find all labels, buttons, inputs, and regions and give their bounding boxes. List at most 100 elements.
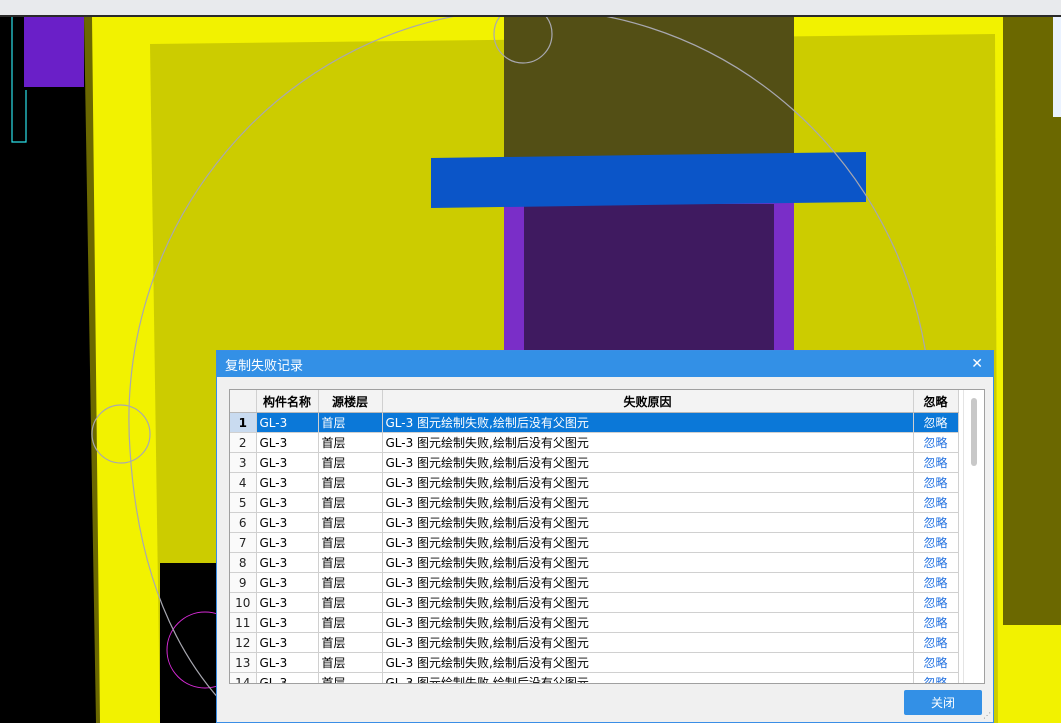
cell-failure-reason: GL-3 图元绘制失败,绘制后没有父图元	[382, 552, 914, 573]
cell-ignore-link[interactable]: 忽略	[913, 432, 959, 453]
cell-failure-reason: GL-3 图元绘制失败,绘制后没有父图元	[382, 592, 914, 613]
cell-ignore-link[interactable]: 忽略	[913, 492, 959, 513]
cell-source-floor: 首层	[318, 472, 383, 493]
cell-component-name: GL-3	[256, 432, 319, 453]
cell-ignore-link[interactable]: 忽略	[913, 612, 959, 633]
cell-source-floor: 首层	[318, 412, 383, 433]
cell-source-floor: 首层	[318, 512, 383, 533]
cell-ignore-link[interactable]: 忽略	[913, 672, 959, 683]
cell-failure-reason: GL-3 图元绘制失败,绘制后没有父图元	[382, 632, 914, 653]
row-index: 14	[230, 672, 257, 683]
table-row[interactable]: 11 GL-3 首层 GL-3 图元绘制失败,绘制后没有父图元 忽略	[230, 612, 959, 633]
row-index: 9	[230, 572, 257, 593]
black-room	[160, 563, 220, 723]
cell-failure-reason: GL-3 图元绘制失败,绘制后没有父图元	[382, 672, 914, 683]
cell-ignore-link[interactable]: 忽略	[913, 632, 959, 653]
col-header-name[interactable]: 构件名称	[256, 390, 319, 413]
row-index: 5	[230, 492, 257, 513]
cell-component-name: GL-3	[256, 412, 319, 433]
cell-source-floor: 首层	[318, 532, 383, 553]
cell-source-floor: 首层	[318, 592, 383, 613]
table-row[interactable]: 6 GL-3 首层 GL-3 图元绘制失败,绘制后没有父图元 忽略	[230, 512, 959, 533]
cell-failure-reason: GL-3 图元绘制失败,绘制后没有父图元	[382, 572, 914, 593]
cell-failure-reason: GL-3 图元绘制失败,绘制后没有父图元	[382, 512, 914, 533]
cell-ignore-link[interactable]: 忽略	[913, 512, 959, 533]
top-toolbar-strip	[0, 0, 1061, 17]
table-row[interactable]: 5 GL-3 首层 GL-3 图元绘制失败,绘制后没有父图元 忽略	[230, 492, 959, 513]
table-row[interactable]: 2 GL-3 首层 GL-3 图元绘制失败,绘制后没有父图元 忽略	[230, 432, 959, 453]
cell-ignore-link[interactable]: 忽略	[913, 592, 959, 613]
table-header-row: 构件名称 源楼层 失败原因 忽略	[230, 390, 959, 413]
cell-component-name: GL-3	[256, 532, 319, 553]
failure-table: 构件名称 源楼层 失败原因 忽略 1 GL-3 首层 GL-3 图元绘制失败,绘制后没…	[229, 389, 985, 684]
resize-grip-icon[interactable]: ⋰	[983, 712, 991, 720]
cell-failure-reason: GL-3 图元绘制失败,绘制后没有父图元	[382, 432, 914, 453]
dialog-titlebar[interactable]: 复制失败记录 ✕	[217, 351, 993, 377]
cell-ignore-link[interactable]: 忽略	[913, 532, 959, 553]
table-row[interactable]: 9 GL-3 首层 GL-3 图元绘制失败,绘制后没有父图元 忽略	[230, 572, 959, 593]
blue-beam	[431, 152, 866, 208]
cell-source-floor: 首层	[318, 452, 383, 473]
col-header-ignore[interactable]: 忽略	[913, 390, 959, 413]
col-header-floor[interactable]: 源楼层	[318, 390, 383, 413]
cell-component-name: GL-3	[256, 572, 319, 593]
table-row[interactable]: 7 GL-3 首层 GL-3 图元绘制失败,绘制后没有父图元 忽略	[230, 532, 959, 553]
row-index: 1	[230, 412, 257, 433]
row-index: 8	[230, 552, 257, 573]
scrollbar-thumb[interactable]	[971, 398, 977, 466]
cell-component-name: GL-3	[256, 632, 319, 653]
table-row[interactable]: 10 GL-3 首层 GL-3 图元绘制失败,绘制后没有父图元 忽略	[230, 592, 959, 613]
cell-source-floor: 首层	[318, 572, 383, 593]
close-button[interactable]: 关闭	[904, 690, 982, 715]
table-row[interactable]: 1 GL-3 首层 GL-3 图元绘制失败,绘制后没有父图元 忽略	[230, 412, 959, 433]
cell-source-floor: 首层	[318, 552, 383, 573]
cell-source-floor: 首层	[318, 632, 383, 653]
table-row[interactable]: 14 GL-3 首层 GL-3 图元绘制失败,绘制后没有父图元 忽略	[230, 672, 959, 683]
cell-source-floor: 首层	[318, 492, 383, 513]
col-header-reason[interactable]: 失败原因	[382, 390, 914, 413]
row-index: 2	[230, 432, 257, 453]
cell-failure-reason: GL-3 图元绘制失败,绘制后没有父图元	[382, 612, 914, 633]
cell-failure-reason: GL-3 图元绘制失败,绘制后没有父图元	[382, 652, 914, 673]
table-row[interactable]: 13 GL-3 首层 GL-3 图元绘制失败,绘制后没有父图元 忽略	[230, 652, 959, 673]
cell-component-name: GL-3	[256, 552, 319, 573]
purple-block	[24, 17, 84, 87]
cell-failure-reason: GL-3 图元绘制失败,绘制后没有父图元	[382, 412, 914, 433]
cell-failure-reason: GL-3 图元绘制失败,绘制后没有父图元	[382, 492, 914, 513]
col-header-index	[230, 390, 257, 413]
cell-ignore-link[interactable]: 忽略	[913, 412, 959, 433]
cell-component-name: GL-3	[256, 592, 319, 613]
cell-source-floor: 首层	[318, 672, 383, 683]
cell-component-name: GL-3	[256, 492, 319, 513]
row-index: 4	[230, 472, 257, 493]
table-row[interactable]: 12 GL-3 首层 GL-3 图元绘制失败,绘制后没有父图元 忽略	[230, 632, 959, 653]
vertical-scrollbar[interactable]	[963, 390, 984, 683]
cell-ignore-link[interactable]: 忽略	[913, 572, 959, 593]
cell-component-name: GL-3	[256, 512, 319, 533]
cell-component-name: GL-3	[256, 612, 319, 633]
close-icon[interactable]: ✕	[969, 356, 985, 372]
table-row[interactable]: 8 GL-3 首层 GL-3 图元绘制失败,绘制后没有父图元 忽略	[230, 552, 959, 573]
copy-failure-dialog: 复制失败记录 ✕ 构件名称 源楼层 失败原因 忽略 1 GL-3 首层 GL-3 图元…	[216, 350, 994, 723]
cell-component-name: GL-3	[256, 672, 319, 683]
dialog-title: 复制失败记录	[225, 358, 304, 374]
row-index: 12	[230, 632, 257, 653]
cell-source-floor: 首层	[318, 432, 383, 453]
cell-failure-reason: GL-3 图元绘制失败,绘制后没有父图元	[382, 452, 914, 473]
cell-ignore-link[interactable]: 忽略	[913, 472, 959, 493]
cell-component-name: GL-3	[256, 652, 319, 673]
row-index: 7	[230, 532, 257, 553]
table-row[interactable]: 3 GL-3 首层 GL-3 图元绘制失败,绘制后没有父图元 忽略	[230, 452, 959, 473]
cell-component-name: GL-3	[256, 472, 319, 493]
cell-source-floor: 首层	[318, 652, 383, 673]
cell-failure-reason: GL-3 图元绘制失败,绘制后没有父图元	[382, 472, 914, 493]
cell-ignore-link[interactable]: 忽略	[913, 452, 959, 473]
cell-failure-reason: GL-3 图元绘制失败,绘制后没有父图元	[382, 532, 914, 553]
cell-component-name: GL-3	[256, 452, 319, 473]
row-index: 11	[230, 612, 257, 633]
cell-ignore-link[interactable]: 忽略	[913, 652, 959, 673]
cell-source-floor: 首层	[318, 612, 383, 633]
cell-ignore-link[interactable]: 忽略	[913, 552, 959, 573]
row-index: 13	[230, 652, 257, 673]
table-row[interactable]: 4 GL-3 首层 GL-3 图元绘制失败,绘制后没有父图元 忽略	[230, 472, 959, 493]
